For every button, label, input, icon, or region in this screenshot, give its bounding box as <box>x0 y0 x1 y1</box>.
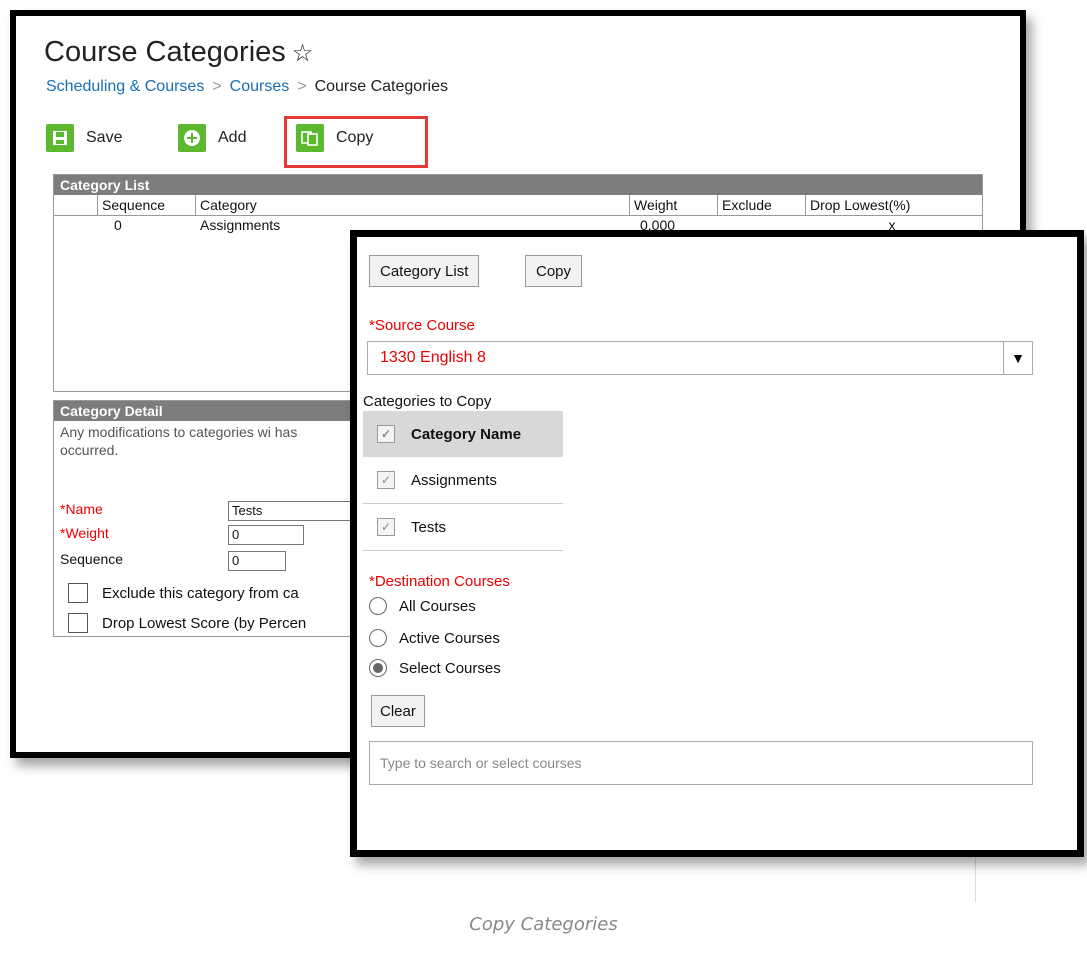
category-item-label: Assignments <box>411 471 497 489</box>
copy-action-button[interactable]: Copy <box>525 255 583 287</box>
radio-button-selected[interactable] <box>369 659 387 677</box>
destination-courses-label: *Destination Courses <box>369 573 510 590</box>
sequence-field[interactable]: 0 <box>228 551 286 571</box>
column-weight[interactable]: Weight <box>630 195 718 215</box>
breadcrumb-current: Course Categories <box>314 78 448 95</box>
radio-select-courses[interactable]: Select Courses <box>369 659 501 677</box>
category-list-header: Sequence Category Weight Exclude Drop Lo… <box>54 195 982 216</box>
radio-button[interactable] <box>369 597 387 615</box>
drop-lowest-label: Drop Lowest Score (by Percen <box>102 614 307 632</box>
breadcrumb-courses[interactable]: Courses <box>230 78 290 95</box>
add-icon <box>178 124 206 152</box>
exclude-checkbox[interactable] <box>68 583 88 603</box>
list-item[interactable]: ✓ Tests <box>363 504 563 551</box>
source-course-select[interactable]: 1330 English 8 ▼ <box>367 341 1033 375</box>
column-sequence[interactable]: Sequence <box>98 195 196 215</box>
radio-active-courses[interactable]: Active Courses <box>369 629 500 647</box>
radio-label: Select Courses <box>399 659 501 677</box>
save-label: Save <box>86 129 123 146</box>
radio-button[interactable] <box>369 629 387 647</box>
copy-categories-panel: Category List Copy *Source Course 1330 E… <box>350 230 1084 857</box>
column-drop-lowest[interactable]: Drop Lowest(%) <box>806 195 974 215</box>
column-category[interactable]: Category <box>196 195 630 215</box>
weight-field[interactable]: 0 <box>228 525 304 545</box>
column-exclude[interactable]: Exclude <box>718 195 806 215</box>
save-icon <box>46 124 74 152</box>
source-course-value: 1330 English 8 <box>380 349 486 366</box>
categories-to-copy-table: ✓ Category Name ✓ Assignments ✓ Tests <box>363 411 563 551</box>
add-label: Add <box>218 129 247 146</box>
category-list-button[interactable]: Category List <box>369 255 480 287</box>
category-list-title: Category List <box>54 175 982 195</box>
radio-label: Active Courses <box>399 629 500 647</box>
cell-sequence: 0 <box>114 217 122 233</box>
name-label: *Name <box>60 501 103 517</box>
breadcrumb: Scheduling & Courses > Courses > Course Cate… <box>46 78 448 96</box>
name-field[interactable]: Tests <box>228 501 368 521</box>
page-title: Course Categories ☆ <box>44 36 313 69</box>
dropdown-arrow-icon[interactable]: ▼ <box>1003 342 1032 374</box>
drop-lowest-checkbox-row[interactable]: Drop Lowest Score (by Percen <box>68 613 306 633</box>
figure-caption: Copy Categories <box>469 914 618 935</box>
clear-button[interactable]: Clear <box>371 695 425 727</box>
breadcrumb-scheduling-courses[interactable]: Scheduling & Courses <box>46 78 204 95</box>
category-checkbox[interactable]: ✓ <box>377 471 395 489</box>
page-title-text: Course Categories <box>44 36 286 68</box>
add-button[interactable]: Add <box>178 120 246 156</box>
category-name-header: Category Name <box>411 425 522 443</box>
categories-to-copy-label: Categories to Copy <box>363 393 492 410</box>
chevron-right-icon: > <box>297 78 307 95</box>
detail-note: Any modifications to categories wi has o… <box>60 424 298 458</box>
favorite-star-icon[interactable]: ☆ <box>292 40 314 67</box>
drop-lowest-checkbox[interactable] <box>68 613 88 633</box>
save-button[interactable]: Save <box>46 120 122 156</box>
source-course-label: *Source Course <box>369 317 475 334</box>
category-name-header-row[interactable]: ✓ Category Name <box>363 411 563 457</box>
chevron-right-icon: > <box>212 78 222 95</box>
radio-all-courses[interactable]: All Courses <box>369 597 476 615</box>
row-selector-header <box>54 195 98 215</box>
weight-label: *Weight <box>60 525 109 541</box>
category-item-label: Tests <box>411 518 447 536</box>
select-all-checkbox[interactable]: ✓ <box>377 425 395 443</box>
radio-label: All Courses <box>399 597 476 615</box>
course-search-input[interactable]: Type to search or select courses <box>369 741 1033 785</box>
copy-button-highlight <box>284 116 428 168</box>
sequence-label: Sequence <box>60 551 124 567</box>
category-checkbox[interactable]: ✓ <box>377 518 395 536</box>
exclude-label: Exclude this category from ca <box>102 584 299 602</box>
list-item[interactable]: ✓ Assignments <box>363 457 563 504</box>
exclude-checkbox-row[interactable]: Exclude this category from ca <box>68 583 299 603</box>
